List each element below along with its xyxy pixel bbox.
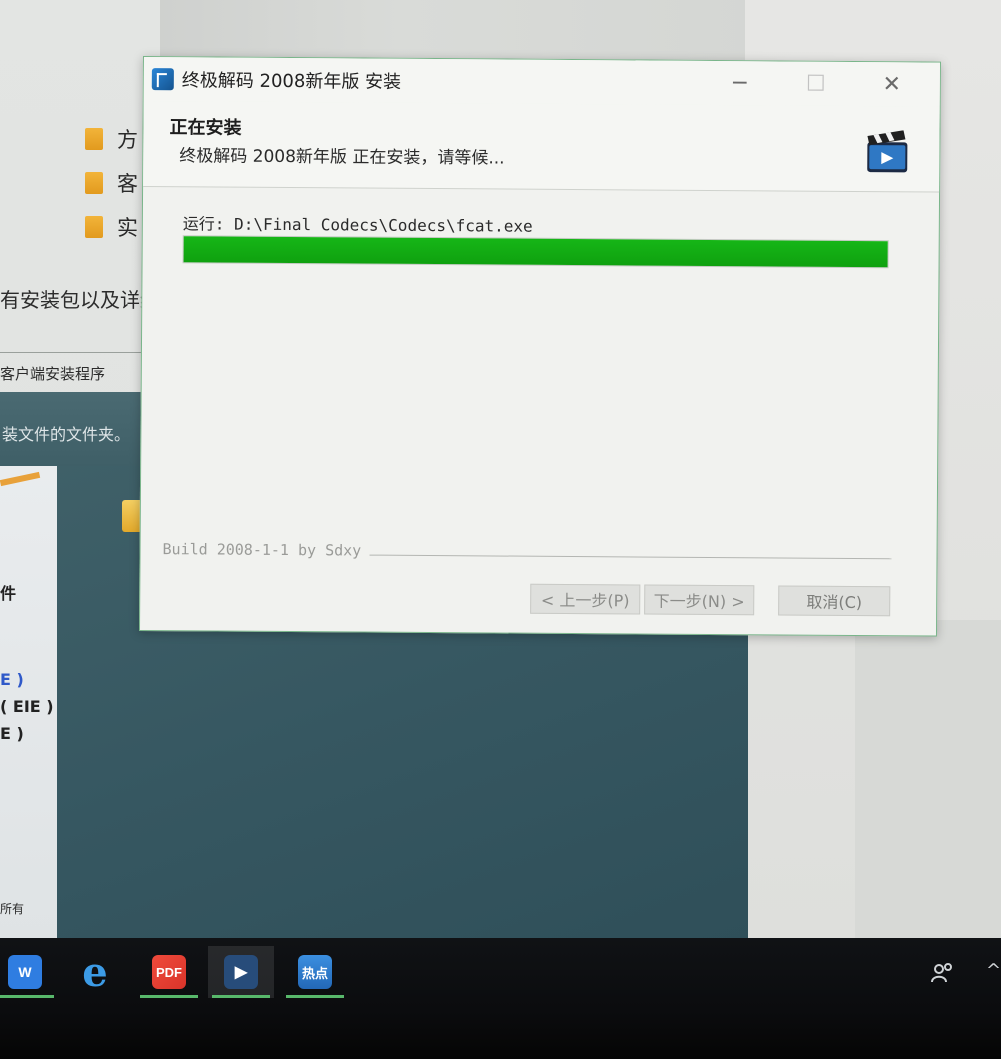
clapperboard-icon: [867, 130, 908, 173]
folder-label: 客: [117, 172, 138, 196]
button-row: < 上一步(P) 下一步(N) > 取消(C): [530, 583, 891, 617]
folder-item[interactable]: 方: [85, 124, 138, 154]
progress-bar: [182, 235, 889, 269]
show-hidden-icons-button[interactable]: ^: [986, 960, 1001, 981]
clapperboard-icon: ▶: [224, 955, 258, 989]
background-text: 有安装包以及详细: [0, 288, 160, 312]
status-text: 运行: D:\Final Codecs\Codecs\fcat.exe: [182, 214, 533, 236]
taskbar-item-codec-installer[interactable]: ▶: [208, 946, 274, 998]
folder-icon: [85, 216, 103, 238]
back-button[interactable]: < 上一步(P): [530, 583, 641, 615]
build-info: Build 2008-1-1 by Sdxy: [162, 540, 892, 563]
dialog-body: 运行: D:\Final Codecs\Codecs\fcat.exe Buil…: [140, 188, 939, 636]
folder-item[interactable]: 实: [85, 212, 138, 242]
internet-explorer-icon: e: [82, 948, 108, 996]
taskbar: W e PDF ▶ 热点: [0, 938, 1001, 1059]
divider: [369, 554, 892, 559]
app-icon: [151, 68, 174, 91]
background-strip-right: [855, 620, 1001, 945]
background-text: 装文件的文件夹。: [2, 425, 131, 444]
page-subtitle: 终极解码 2008新年版 正在安装，请等候...: [179, 146, 505, 169]
close-button[interactable]: ✕: [854, 62, 930, 107]
background-text: E ): [0, 724, 24, 743]
installer-dialog: 终极解码 2008新年版 安装 ─ ☐ ✕ 正在安装 终极解码 2008新年版 …: [138, 56, 941, 637]
folder-label: 实: [117, 216, 138, 240]
folder-label: 方: [117, 128, 138, 152]
window-title: 终极解码 2008新年版 安装: [181, 70, 402, 93]
orange-accent: [0, 471, 41, 487]
maximize-button[interactable]: ☐: [778, 61, 854, 106]
taskbar-item-hotspot-news[interactable]: 热点: [282, 946, 348, 998]
wps-writer-icon: W: [8, 955, 42, 989]
background-text: 件: [0, 584, 17, 603]
minimize-button[interactable]: ─: [702, 61, 778, 106]
background-instruction-bar: 装文件的文件夹。: [0, 392, 152, 467]
dialog-header: 正在安装 终极解码 2008新年版 正在安装，请等候...: [143, 101, 940, 193]
taskbar-item-wps-writer[interactable]: W: [0, 946, 58, 998]
window-controls: ─ ☐ ✕: [702, 61, 930, 107]
running-indicator: [286, 995, 344, 998]
running-indicator: [212, 995, 270, 998]
background-text: E ): [0, 670, 24, 689]
next-button[interactable]: 下一步(N) >: [644, 584, 755, 616]
folder-icon: [85, 172, 103, 194]
divider: [0, 352, 150, 353]
hotspot-news-icon: 热点: [298, 955, 332, 989]
build-text: Build 2008-1-1 by Sdxy: [162, 540, 362, 560]
background-text: 客户端安装程序: [0, 365, 106, 383]
page-title: 正在安装: [169, 117, 242, 139]
folder-item[interactable]: 客: [85, 168, 138, 198]
people-icon[interactable]: [930, 962, 956, 984]
running-indicator: [0, 995, 54, 998]
title-bar[interactable]: 终极解码 2008新年版 安装 ─ ☐ ✕: [143, 57, 940, 107]
pdf-icon: PDF: [152, 955, 186, 989]
running-indicator: [140, 995, 198, 998]
folder-icon: [85, 128, 103, 150]
background-text: ( EIE ): [0, 697, 54, 716]
cancel-button[interactable]: 取消(C): [778, 585, 891, 617]
progress-fill: [183, 236, 888, 268]
background-text: 所有: [0, 902, 25, 916]
taskbar-item-pdf-reader[interactable]: PDF: [136, 946, 202, 998]
taskbar-item-internet-explorer[interactable]: e: [62, 946, 128, 998]
